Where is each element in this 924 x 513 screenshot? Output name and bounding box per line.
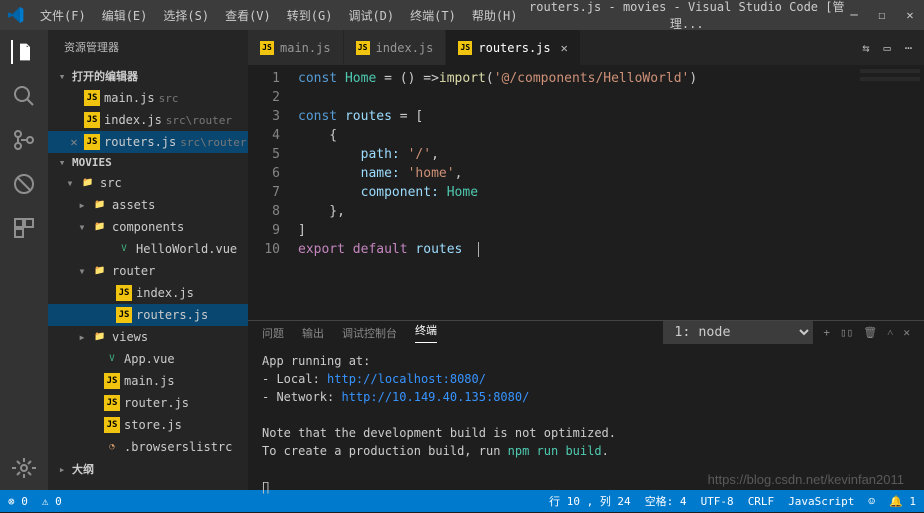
file-icon: 📁 <box>80 175 96 191</box>
tree-item[interactable]: JSrouter.js <box>48 392 248 414</box>
tree-item[interactable]: VHelloWorld.vue <box>48 238 248 260</box>
minimap[interactable] <box>860 69 920 109</box>
open-editors-header[interactable]: ▾打开的编辑器 <box>48 65 248 87</box>
menu-item[interactable]: 转到(G) <box>279 3 341 28</box>
tree-item[interactable]: JSmain.js <box>48 370 248 392</box>
status-cursor[interactable]: 行 10 , 列 24 <box>549 493 631 509</box>
tree-item[interactable]: ▾📁router <box>48 260 248 282</box>
status-indent[interactable]: 空格: 4 <box>645 493 687 509</box>
activity-bar <box>0 30 48 490</box>
extensions-icon[interactable] <box>12 216 36 240</box>
tree-item[interactable]: ◔.browserslistrc <box>48 436 248 458</box>
minimize-icon[interactable]: ─ <box>848 8 860 22</box>
terminal-select[interactable]: 1: node <box>663 321 813 344</box>
menu-item[interactable]: 编辑(E) <box>94 3 156 28</box>
source-control-icon[interactable] <box>12 128 36 152</box>
file-icon: 📁 <box>92 197 108 213</box>
status-errors[interactable]: ⊗ 0 <box>8 495 28 508</box>
tree-item[interactable]: ▸📁assets <box>48 194 248 216</box>
panel-tab[interactable]: 问题 <box>262 325 284 341</box>
open-editor-item[interactable]: ✕JSrouters.js src\router <box>48 131 248 153</box>
close-panel-icon[interactable]: ✕ <box>903 326 910 339</box>
editor-tabs: JSmain.jsJSindex.jsJSrouters.js✕ ⇆ ▭ ⋯ <box>248 30 924 65</box>
sidebar-title: 资源管理器 <box>48 30 248 65</box>
debug-icon[interactable] <box>12 172 36 196</box>
js-file-icon: JS <box>84 134 100 150</box>
sidebar: 资源管理器 ▾打开的编辑器 JSmain.js srcJSindex.js sr… <box>48 30 248 490</box>
settings-gear-icon[interactable] <box>12 456 36 480</box>
menu-item[interactable]: 文件(F) <box>32 3 94 28</box>
titlebar: 文件(F)编辑(E)选择(S)查看(V)转到(G)调试(D)终端(T)帮助(H)… <box>0 0 924 30</box>
maximize-panel-icon[interactable]: ˄ <box>887 326 893 339</box>
new-terminal-icon[interactable]: + <box>823 326 830 339</box>
file-icon: V <box>116 241 132 257</box>
js-file-icon: JS <box>84 112 100 128</box>
bell-icon[interactable]: 🔔 1 <box>889 495 916 508</box>
split-terminal-icon[interactable]: ▯▯ <box>840 326 853 339</box>
close-tab-icon[interactable]: ✕ <box>561 41 568 55</box>
file-icon: JS <box>104 373 120 389</box>
file-icon: V <box>104 351 120 367</box>
open-editor-item[interactable]: JSindex.js src\router <box>48 109 248 131</box>
menu-bar: 文件(F)编辑(E)选择(S)查看(V)转到(G)调试(D)终端(T)帮助(H) <box>32 3 526 28</box>
close-icon[interactable]: ✕ <box>904 8 916 22</box>
code-editor[interactable]: 12345678910 const Home = () =>import('@/… <box>248 65 924 320</box>
file-icon: 📁 <box>92 329 108 345</box>
tree-item[interactable]: ▾📁src <box>48 172 248 194</box>
panel-tab[interactable]: 终端 <box>415 322 437 343</box>
editor-tab[interactable]: JSrouters.js✕ <box>446 30 580 65</box>
close-editor-icon: ✕ <box>68 135 80 149</box>
editor-tab[interactable]: JSindex.js <box>344 30 447 65</box>
menu-item[interactable]: 终端(T) <box>402 3 464 28</box>
file-icon: ◔ <box>104 439 120 455</box>
compare-icon[interactable]: ⇆ <box>862 41 869 55</box>
js-file-icon: JS <box>356 41 370 55</box>
search-icon[interactable] <box>12 84 36 108</box>
menu-item[interactable]: 查看(V) <box>217 3 279 28</box>
kill-terminal-icon[interactable]: 🗑 <box>863 326 877 339</box>
editor-tab[interactable]: JSmain.js <box>248 30 344 65</box>
maximize-icon[interactable]: ☐ <box>876 8 888 22</box>
menu-item[interactable]: 调试(D) <box>340 3 402 28</box>
watermark: https://blog.csdn.net/kevinfan2011 <box>708 472 904 487</box>
file-icon: JS <box>104 395 120 411</box>
panel-tab[interactable]: 调试控制台 <box>342 325 397 341</box>
file-icon: 📁 <box>92 263 108 279</box>
status-eol[interactable]: CRLF <box>748 495 775 508</box>
local-url[interactable]: http://localhost:8080/ <box>327 372 486 386</box>
vscode-logo-icon <box>8 7 24 23</box>
status-language[interactable]: JavaScript <box>788 495 854 508</box>
explorer-icon[interactable] <box>11 40 35 64</box>
feedback-icon[interactable]: ☺ <box>868 495 875 508</box>
file-icon: JS <box>104 417 120 433</box>
more-icon[interactable]: ⋯ <box>905 41 912 55</box>
menu-item[interactable]: 选择(S) <box>155 3 217 28</box>
js-file-icon: JS <box>84 90 100 106</box>
tree-item[interactable]: JSstore.js <box>48 414 248 436</box>
status-encoding[interactable]: UTF-8 <box>701 495 734 508</box>
file-icon: JS <box>116 307 132 323</box>
file-icon: JS <box>116 285 132 301</box>
panel-tab[interactable]: 输出 <box>302 325 324 341</box>
status-warnings[interactable]: ⚠ 0 <box>42 495 62 508</box>
bottom-panel: 问题输出调试控制台终端 1: node + ▯▯ 🗑 ˄ ✕ App runni… <box>248 320 924 490</box>
tree-item[interactable]: JSindex.js <box>48 282 248 304</box>
tree-item[interactable]: JSrouters.js <box>48 304 248 326</box>
menu-item[interactable]: 帮助(H) <box>464 3 526 28</box>
network-url[interactable]: http://10.149.40.135:8080/ <box>341 390 529 404</box>
split-editor-icon[interactable]: ▭ <box>884 41 891 55</box>
editor-area: JSmain.jsJSindex.jsJSrouters.js✕ ⇆ ▭ ⋯ 1… <box>248 30 924 490</box>
js-file-icon: JS <box>458 41 472 55</box>
tree-item[interactable]: VApp.vue <box>48 348 248 370</box>
outline-header[interactable]: ▸大纲 <box>48 458 248 480</box>
js-file-icon: JS <box>260 41 274 55</box>
open-editor-item[interactable]: JSmain.js src <box>48 87 248 109</box>
tree-item[interactable]: ▸📁views <box>48 326 248 348</box>
window-title: routers.js - movies - Visual Studio Code… <box>526 0 849 32</box>
file-icon: 📁 <box>92 219 108 235</box>
folder-header[interactable]: ▾MOVIES <box>48 153 248 172</box>
tree-item[interactable]: ▾📁components <box>48 216 248 238</box>
